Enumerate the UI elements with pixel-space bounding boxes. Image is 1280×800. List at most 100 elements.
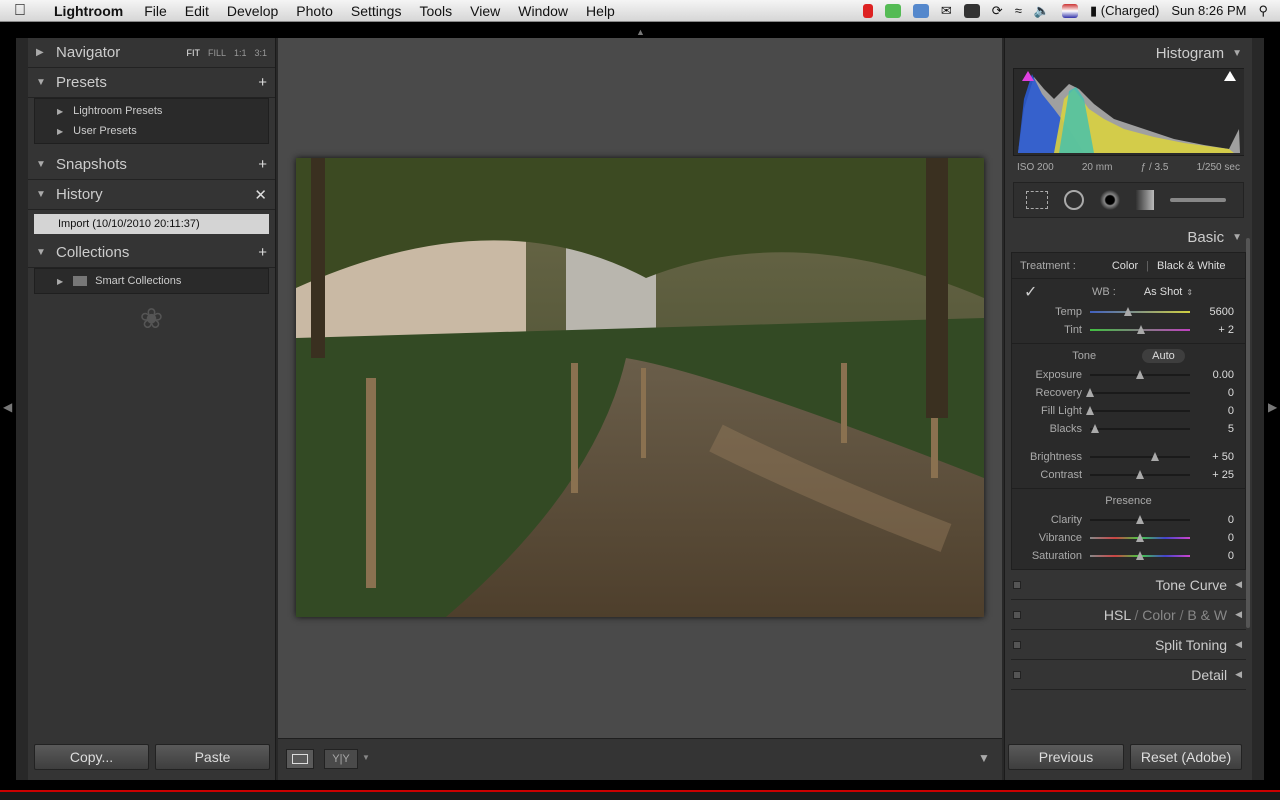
slider-thumb[interactable] xyxy=(1124,307,1132,316)
split-toning-header[interactable]: Split Toning ◀ xyxy=(1011,630,1246,660)
menu-photo[interactable]: Photo xyxy=(287,3,342,19)
slider-thumb[interactable] xyxy=(1151,452,1159,461)
navigator-header[interactable]: ▶ Navigator FIT FILL 1:1 3:1 xyxy=(28,38,275,68)
before-after-dropdown-icon[interactable]: ▼ xyxy=(362,753,370,762)
copy-button[interactable]: Copy... xyxy=(34,744,149,770)
slider-track[interactable] xyxy=(1090,452,1190,461)
menu-tools[interactable]: Tools xyxy=(410,3,461,19)
slider-track[interactable] xyxy=(1090,370,1190,379)
panel-switch-icon[interactable] xyxy=(1013,670,1021,679)
vibrance-slider[interactable]: Vibrance 0 xyxy=(1012,529,1245,547)
slider-track[interactable] xyxy=(1090,533,1190,542)
previous-button[interactable]: Previous xyxy=(1008,744,1124,770)
slider-thumb[interactable] xyxy=(1086,406,1094,415)
adjustment-brush-icon[interactable] xyxy=(1170,198,1226,202)
paste-button[interactable]: Paste xyxy=(155,744,270,770)
detail-header[interactable]: Detail ◀ xyxy=(1011,660,1246,690)
auto-tone-button[interactable]: Auto xyxy=(1142,349,1185,363)
tab-bw[interactable]: B & W xyxy=(1187,607,1227,623)
wifi-icon[interactable]: ≈ xyxy=(1015,3,1022,18)
contrast-slider[interactable]: Contrast + 25 xyxy=(1012,466,1245,484)
tab-hsl[interactable]: HSL xyxy=(1104,607,1131,623)
spotlight-search-icon[interactable]: ⚲ xyxy=(1258,3,1268,19)
basic-header[interactable]: Basic ▼ xyxy=(1005,222,1252,252)
reset-button[interactable]: Reset (Adobe) xyxy=(1130,744,1242,770)
recovery-slider[interactable]: Recovery 0 xyxy=(1012,384,1245,402)
zoom-1-1[interactable]: 1:1 xyxy=(234,48,247,58)
slider-value[interactable]: 0 xyxy=(1190,405,1234,417)
menu-edit[interactable]: Edit xyxy=(176,3,218,19)
treatment-color-option[interactable]: Color xyxy=(1112,260,1138,272)
menu-settings[interactable]: Settings xyxy=(342,3,411,19)
toolbar-menu-icon[interactable]: ▼ xyxy=(978,751,990,765)
list-item[interactable]: ▶ Smart Collections xyxy=(35,271,268,291)
clock[interactable]: Sun 8:26 PM xyxy=(1171,3,1246,18)
zoom-3-1[interactable]: 3:1 xyxy=(254,48,267,58)
filmstrip-collapsed-bar[interactable] xyxy=(0,790,1280,800)
slider-track[interactable] xyxy=(1090,325,1190,334)
history-item[interactable]: Import (10/10/2010 20:11:37) xyxy=(34,214,269,234)
slider-value[interactable]: 0 xyxy=(1190,550,1234,562)
dropbox-icon[interactable] xyxy=(912,3,929,18)
histogram-header[interactable]: Histogram ▼ xyxy=(1005,38,1252,68)
panel-switch-icon[interactable] xyxy=(1013,610,1021,619)
temp-slider[interactable]: Temp 5600 xyxy=(1012,303,1245,321)
histogram[interactable] xyxy=(1013,68,1244,156)
right-panel-toggle-icon[interactable]: ▶ xyxy=(1268,400,1277,414)
panel-switch-icon[interactable] xyxy=(1013,580,1021,589)
menu-file[interactable]: File xyxy=(135,3,176,19)
apple-menu-icon[interactable]:  xyxy=(0,2,40,20)
spot-removal-icon[interactable] xyxy=(1064,190,1084,210)
facebook-icon[interactable] xyxy=(963,3,980,18)
slider-thumb[interactable] xyxy=(1086,388,1094,397)
slider-track[interactable] xyxy=(1086,388,1190,397)
battery-status[interactable]: ▮ (Charged) xyxy=(1090,3,1159,19)
add-snapshot-icon[interactable]: + xyxy=(258,156,267,173)
right-panel-scrollbar[interactable] xyxy=(1246,238,1250,628)
menu-help[interactable]: Help xyxy=(577,3,624,19)
mail-icon[interactable]: ✉ xyxy=(941,3,952,19)
slider-thumb[interactable] xyxy=(1136,551,1144,560)
slider-track[interactable] xyxy=(1090,424,1190,433)
fill-light-slider[interactable]: Fill Light 0 xyxy=(1012,402,1245,420)
slider-thumb[interactable] xyxy=(1136,470,1144,479)
slider-track[interactable] xyxy=(1090,470,1190,479)
loupe-view-button[interactable] xyxy=(286,749,314,769)
slider-value[interactable]: 0 xyxy=(1190,387,1234,399)
slider-thumb[interactable] xyxy=(1091,424,1099,433)
snapshots-header[interactable]: ▼ Snapshots + xyxy=(28,150,275,180)
add-preset-icon[interactable]: + xyxy=(258,74,267,91)
tint-slider[interactable]: Tint + 2 xyxy=(1012,321,1245,339)
sync-icon[interactable]: ⟳ xyxy=(992,3,1003,19)
saturation-slider[interactable]: Saturation 0 xyxy=(1012,547,1245,565)
slider-value[interactable]: + 50 xyxy=(1190,451,1234,463)
zoom-fill[interactable]: FILL xyxy=(208,48,226,58)
add-collection-icon[interactable]: + xyxy=(258,244,267,261)
top-panel-toggle-icon[interactable]: ▲ xyxy=(636,27,645,37)
clarity-slider[interactable]: Clarity 0 xyxy=(1012,511,1245,529)
menu-develop[interactable]: Develop xyxy=(218,3,287,19)
volume-icon[interactable]: 🔈 xyxy=(1034,3,1050,19)
before-after-button[interactable]: Y|Y xyxy=(324,749,358,769)
left-panel-toggle-icon[interactable]: ◀ xyxy=(3,400,12,414)
clear-history-icon[interactable]: ✕ xyxy=(254,186,267,204)
treatment-bw-option[interactable]: Black & White xyxy=(1157,260,1225,272)
collections-header[interactable]: ▼ Collections + xyxy=(28,238,275,268)
wb-select[interactable]: As Shot xyxy=(1144,286,1183,298)
menu-window[interactable]: Window xyxy=(509,3,577,19)
evernote-icon[interactable] xyxy=(884,3,901,18)
list-item[interactable]: ▶ User Presets xyxy=(35,121,268,141)
slider-track[interactable] xyxy=(1090,515,1190,524)
slider-value[interactable]: 5600 xyxy=(1190,306,1234,318)
tone-curve-header[interactable]: Tone Curve ◀ xyxy=(1011,570,1246,600)
history-header[interactable]: ▼ History ✕ xyxy=(28,180,275,210)
crop-overlay-icon[interactable] xyxy=(1026,191,1048,209)
tab-color[interactable]: Color xyxy=(1142,607,1175,623)
wb-dropdown-icon[interactable]: ⇕ xyxy=(1186,288,1193,297)
pause-icon[interactable] xyxy=(862,3,873,18)
slider-value[interactable]: 5 xyxy=(1190,423,1234,435)
slider-value[interactable]: + 25 xyxy=(1190,469,1234,481)
white-balance-eyedropper-icon[interactable]: ✓ xyxy=(1024,282,1048,302)
slider-value[interactable]: 0 xyxy=(1190,514,1234,526)
list-item[interactable]: ▶ Lightroom Presets xyxy=(35,101,268,121)
